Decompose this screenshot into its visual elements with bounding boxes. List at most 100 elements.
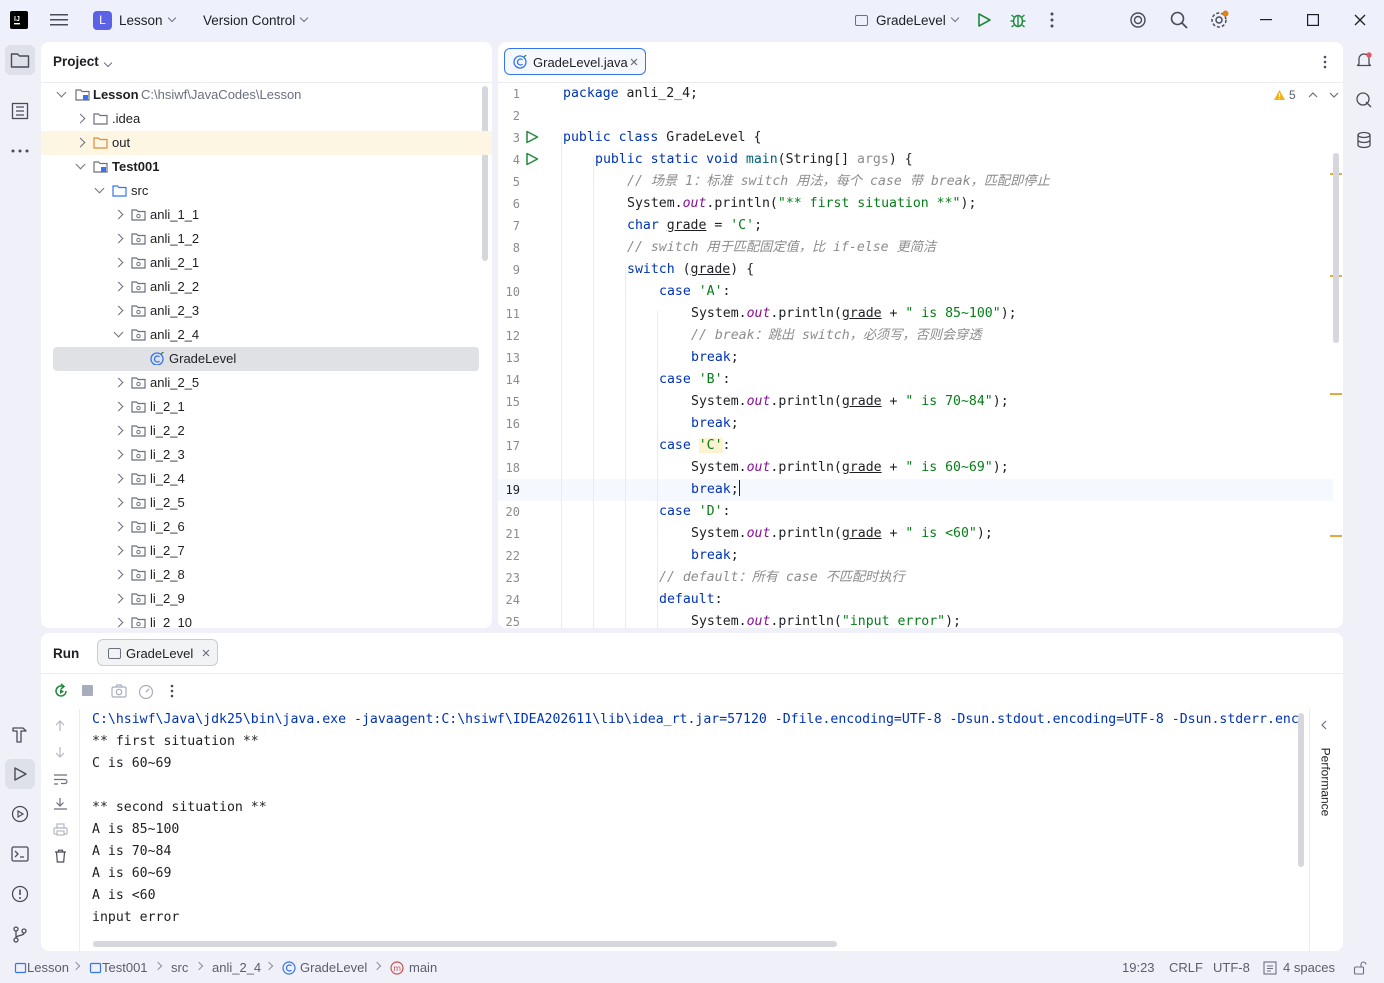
chevron-down-icon[interactable] xyxy=(113,327,124,338)
settings-gear-icon[interactable] xyxy=(1208,10,1230,30)
search-icon[interactable] xyxy=(1169,10,1189,30)
git-tool-button[interactable] xyxy=(5,919,35,949)
warning-stripe-mark[interactable] xyxy=(1330,393,1342,395)
project-tool-button[interactable] xyxy=(5,45,35,75)
tree-item-package[interactable]: li_2_10 xyxy=(41,611,481,628)
ai-chat-button[interactable] xyxy=(1349,85,1379,115)
chevron-right-icon[interactable] xyxy=(113,545,124,556)
main-menu-icon[interactable] xyxy=(49,10,69,30)
close-tab-icon[interactable] xyxy=(630,58,638,66)
chevron-down-icon[interactable] xyxy=(75,159,86,170)
line-separator[interactable]: CRLF xyxy=(1169,960,1203,975)
chevron-right-icon[interactable] xyxy=(113,449,124,460)
tree-item-package[interactable]: li_2_1 xyxy=(41,395,481,419)
maximize-icon[interactable] xyxy=(1305,12,1321,28)
tree-item-root[interactable]: Lesson C:\hsiwf\JavaCodes\Lesson xyxy=(41,83,481,107)
chevron-right-icon[interactable] xyxy=(113,257,124,268)
problems-tool-button[interactable] xyxy=(5,879,35,909)
more-tools-button[interactable] xyxy=(5,136,35,166)
ai-assistant-icon[interactable] xyxy=(1128,10,1148,30)
chevron-down-icon[interactable] xyxy=(94,183,105,194)
minimize-icon[interactable] xyxy=(1258,12,1274,28)
services-tool-button[interactable] xyxy=(5,799,35,829)
caret-position[interactable]: 19:23 xyxy=(1122,960,1155,975)
chevron-right-icon[interactable] xyxy=(113,209,124,220)
tree-item-package[interactable]: li_2_4 xyxy=(41,467,481,491)
run-class-gutter-icon[interactable] xyxy=(525,130,539,144)
tree-item-package[interactable]: li_2_9 xyxy=(41,587,481,611)
chevron-right-icon[interactable] xyxy=(113,473,124,484)
chevron-right-icon[interactable] xyxy=(113,305,124,316)
console-hscroll[interactable] xyxy=(93,941,837,947)
tree-item-package[interactable]: anli_2_4 xyxy=(41,323,481,347)
chevron-down-icon[interactable] xyxy=(56,87,67,98)
chevron-right-icon[interactable] xyxy=(113,425,124,436)
debug-icon[interactable] xyxy=(1008,10,1028,30)
chevron-right-icon[interactable] xyxy=(113,521,124,532)
chevron-right-icon[interactable] xyxy=(113,617,124,628)
chevron-right-icon[interactable] xyxy=(113,569,124,580)
build-tool-button[interactable] xyxy=(5,719,35,749)
performance-side-tab[interactable]: Performance xyxy=(1317,743,1333,823)
tree-item-package[interactable]: anli_1_2 xyxy=(41,227,481,251)
run-config-selector[interactable]: GradeLevel xyxy=(855,0,960,40)
indent-setting[interactable]: 4 spaces xyxy=(1283,960,1335,975)
breadcrumb-item[interactable]: anli_2_4 xyxy=(212,960,261,975)
tree-item-test001[interactable]: Test001 xyxy=(41,155,481,179)
tree-item-package[interactable]: anli_2_2 xyxy=(41,275,481,299)
notifications-button[interactable] xyxy=(1349,45,1379,75)
tree-item-gradelevel[interactable]: GradeLevel xyxy=(53,347,479,371)
vcs-menu[interactable]: Version Control xyxy=(203,0,309,40)
chevron-right-icon[interactable] xyxy=(113,377,124,388)
chevron-right-icon[interactable] xyxy=(113,497,124,508)
run-main-gutter-icon[interactable] xyxy=(525,152,539,166)
tree-item-src[interactable]: src xyxy=(41,179,481,203)
tree-item-package[interactable]: anli_1_1 xyxy=(41,203,481,227)
chevron-right-icon[interactable] xyxy=(75,137,86,148)
run-icon[interactable] xyxy=(975,11,993,29)
project-panel-title[interactable]: Project xyxy=(53,54,113,69)
breadcrumb-item[interactable]: Test001 xyxy=(102,960,148,975)
run-tool-button[interactable] xyxy=(5,759,35,789)
chevron-right-icon[interactable] xyxy=(75,113,86,124)
database-button[interactable] xyxy=(1349,125,1379,155)
structure-tool-button[interactable] xyxy=(5,96,35,126)
console-vscroll[interactable] xyxy=(1298,713,1304,867)
console-output[interactable]: C:\hsiwf\Java\jdk25\bin\java.exe -javaag… xyxy=(41,709,1301,939)
code-area[interactable]: 1 2 3 4 5 6 7 8 9 10 11 12 13 14 15 16 17 18 19 20 21 22 23 24 2… xyxy=(498,83,1343,628)
tree-item-idea[interactable]: .idea xyxy=(41,107,481,131)
tree-item-package[interactable]: anli_2_1 xyxy=(41,251,481,275)
tree-item-package[interactable]: li_2_7 xyxy=(41,539,481,563)
file-encoding[interactable]: UTF-8 xyxy=(1213,960,1250,975)
run-tab[interactable]: GradeLevel xyxy=(97,639,218,666)
chevron-right-icon[interactable] xyxy=(113,401,124,412)
chevron-right-icon[interactable] xyxy=(113,593,124,604)
tree-item-package[interactable]: anli_2_5 xyxy=(41,371,481,395)
breadcrumb-item[interactable]: GradeLevel xyxy=(300,960,367,975)
profiler-icon[interactable] xyxy=(138,683,154,699)
tree-item-package[interactable]: anli_2_3 xyxy=(41,299,481,323)
editor-scrollbar[interactable] xyxy=(1333,153,1339,343)
more-actions-icon[interactable] xyxy=(1043,11,1061,29)
chevron-right-icon[interactable] xyxy=(113,233,124,244)
close-icon[interactable] xyxy=(1352,12,1368,28)
tree-item-package[interactable]: li_2_6 xyxy=(41,515,481,539)
rerun-icon[interactable] xyxy=(53,683,69,699)
chevron-right-icon[interactable] xyxy=(113,281,124,292)
stop-icon[interactable] xyxy=(82,685,93,696)
run-more-icon[interactable] xyxy=(170,684,174,698)
tree-item-package[interactable]: li_2_8 xyxy=(41,563,481,587)
editor-more-icon[interactable] xyxy=(1323,55,1327,69)
tree-item-package[interactable]: li_2_5 xyxy=(41,491,481,515)
lock-open-icon[interactable] xyxy=(1353,961,1367,975)
editor-tab[interactable]: GradeLevel.java xyxy=(504,48,646,75)
camera-icon[interactable] xyxy=(111,684,127,698)
breadcrumb-item[interactable]: main xyxy=(409,960,437,975)
tree-item-out[interactable]: out xyxy=(41,131,492,155)
chevron-left-icon[interactable] xyxy=(1321,720,1327,730)
tree-item-package[interactable]: li_2_2 xyxy=(41,419,481,443)
breadcrumb-item[interactable]: Lesson xyxy=(27,960,69,975)
breadcrumb-item[interactable]: src xyxy=(171,960,188,975)
tree-item-package[interactable]: li_2_3 xyxy=(41,443,481,467)
app-logo-icon[interactable]: IJ xyxy=(10,11,28,29)
